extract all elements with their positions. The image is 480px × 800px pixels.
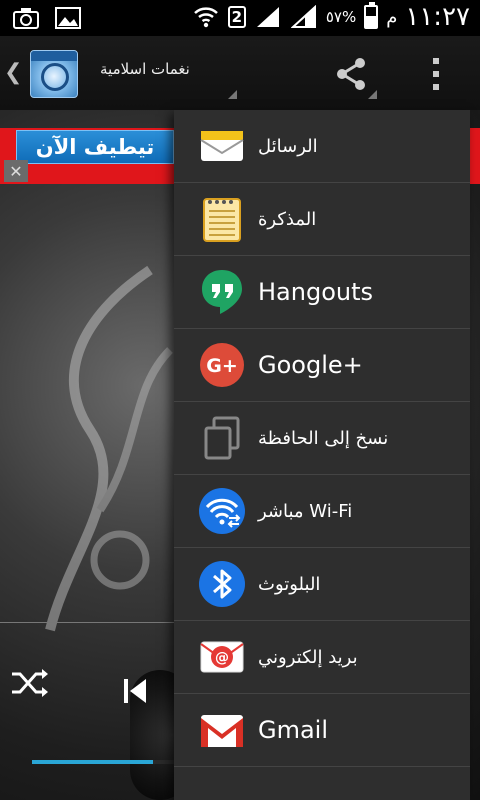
share-menu-item-label: Gmail	[258, 716, 329, 744]
gallery-icon	[54, 6, 82, 30]
share-menu-item-label: بريد إلكتروني	[258, 646, 358, 668]
previous-button[interactable]	[122, 676, 148, 706]
share-menu-item[interactable]: مباشر Wi-Fi	[174, 475, 470, 548]
svg-text:@: @	[215, 650, 229, 666]
share-menu-item-label: Hangouts	[258, 278, 374, 306]
calligraphy-art	[45, 265, 173, 632]
signal-icon	[254, 5, 282, 29]
app-logo[interactable]	[30, 50, 78, 98]
share-menu-item[interactable]: @ بريد إلكتروني	[174, 621, 470, 694]
action-bar: ❮ نغمات اسلامية	[0, 36, 480, 110]
system-icons: 2 ٥٧% م ١١:٢٧	[192, 2, 470, 32]
share-menu-item[interactable]: المذكرة	[174, 183, 470, 256]
notification-icons	[12, 6, 82, 30]
sim-slot-badge: 2	[227, 6, 246, 28]
ampm-indicator: م	[386, 6, 398, 28]
share-menu: الرسائل المذكرة Hangouts G+ Google+ نسخ إلى ا…	[174, 110, 470, 800]
overflow-menu-button[interactable]	[424, 54, 448, 94]
app-logo-band	[31, 51, 77, 61]
google-plus-icon: G+	[198, 341, 246, 389]
hangouts-icon	[198, 268, 246, 316]
ad-install-button[interactable]: تيطيف الآن	[16, 130, 174, 164]
progress-bar[interactable]	[32, 760, 180, 764]
ad-close-button[interactable]: ✕	[4, 160, 28, 182]
share-menu-item[interactable]: الرسائل	[174, 110, 470, 183]
share-menu-item-label: المذكرة	[258, 208, 317, 230]
previous-track-icon	[124, 679, 146, 703]
shuffle-icon	[12, 669, 48, 697]
bluetooth-icon	[198, 560, 246, 608]
shuffle-button[interactable]	[10, 666, 50, 700]
wifi-icon	[192, 5, 220, 29]
share-menu-item-label: نسخ إلى الحافظة	[258, 427, 389, 449]
up-chevron-icon[interactable]: ❮	[4, 60, 22, 85]
share-menu-item[interactable]: G+ Google+	[174, 329, 470, 402]
share-menu-item[interactable]: نسخ إلى الحافظة	[174, 402, 470, 475]
overflow-dot	[433, 84, 439, 90]
gmail-icon	[198, 706, 246, 754]
share-dropdown-indicator-icon	[368, 90, 377, 99]
camera-icon	[12, 6, 40, 30]
copy-clipboard-icon	[198, 414, 246, 462]
share-menu-item-label: الرسائل	[258, 135, 318, 157]
progress-fill	[32, 760, 154, 764]
svg-text:G+: G+	[206, 355, 238, 377]
signal-icon	[290, 5, 318, 29]
share-menu-item-label: Google+	[258, 351, 363, 379]
player-divider	[0, 622, 180, 623]
share-menu-item-label: مباشر Wi-Fi	[258, 500, 353, 522]
battery-fill	[366, 15, 377, 27]
share-menu-item-label: البلوتوث	[258, 573, 321, 595]
battery-percent: ٥٧%	[325, 8, 357, 26]
app-title: نغمات اسلامية	[100, 60, 190, 78]
wifi-direct-icon	[198, 487, 246, 535]
app-logo-ring	[41, 63, 69, 91]
battery-icon	[364, 2, 379, 29]
share-menu-item[interactable]: Gmail	[174, 694, 470, 767]
share-menu-item[interactable]: البلوتوث	[174, 548, 470, 621]
share-menu-item[interactable]: Hangouts	[174, 256, 470, 329]
overflow-dot	[433, 71, 439, 77]
clock: ١١:٢٧	[405, 2, 470, 32]
email-icon: @	[198, 633, 246, 681]
overflow-dot	[433, 58, 439, 64]
messaging-icon	[198, 122, 246, 170]
memo-icon	[198, 195, 246, 243]
status-bar: 2 ٥٧% م ١١:٢٧	[0, 0, 480, 36]
dropdown-indicator-icon	[228, 90, 237, 99]
